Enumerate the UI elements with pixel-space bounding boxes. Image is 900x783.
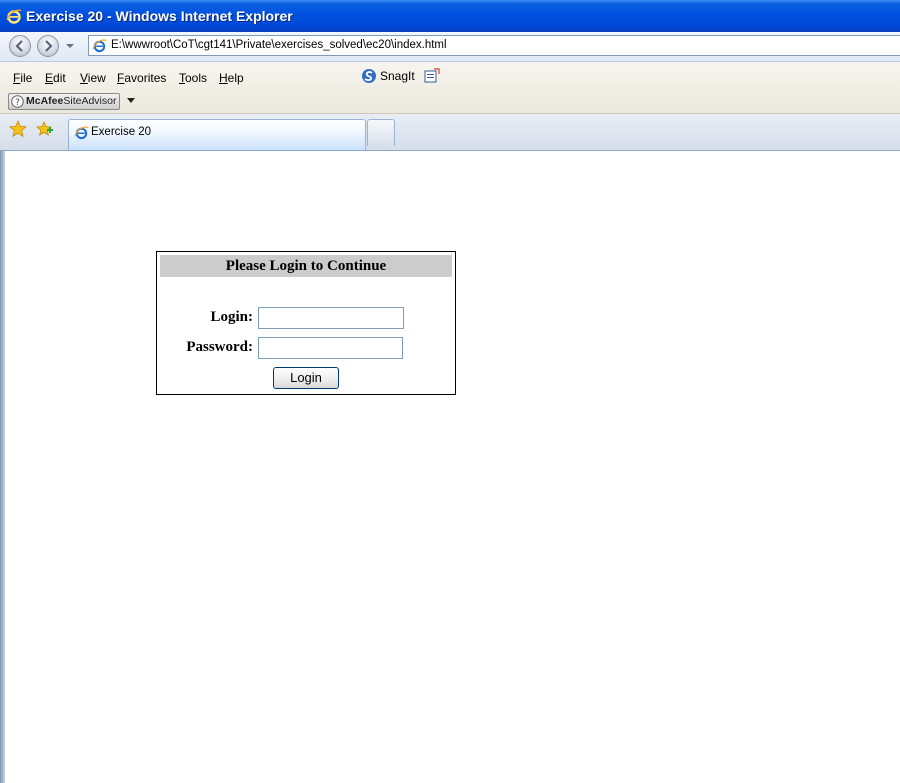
menu-favorites[interactable]: Favorites bbox=[117, 71, 166, 85]
recent-pages-dropdown-icon[interactable] bbox=[65, 41, 75, 51]
login-form: Please Login to Continue Login: Password… bbox=[156, 251, 456, 395]
mcafee-brand: McAfee bbox=[26, 95, 64, 107]
login-label: Login: bbox=[210, 309, 253, 325]
password-label: Password: bbox=[186, 339, 253, 355]
forward-button[interactable] bbox=[37, 35, 59, 57]
window-left-border bbox=[0, 151, 5, 783]
address-url: E:\wwwroot\CoT\cgt141\Private\exercises_… bbox=[111, 39, 447, 51]
back-arrow-icon bbox=[15, 40, 23, 52]
menu-tools[interactable]: Tools bbox=[179, 71, 207, 85]
login-form-header: Please Login to Continue bbox=[160, 255, 452, 277]
window-title-bar[interactable]: Exercise 20 - Windows Internet Explorer bbox=[0, 0, 900, 32]
page-content: Please Login to Continue Login: Password… bbox=[0, 151, 900, 783]
menu-file[interactable]: File bbox=[13, 71, 32, 85]
login-input[interactable] bbox=[258, 307, 404, 329]
tab-label: Exercise 20 bbox=[91, 126, 152, 138]
add-favorites-icon[interactable] bbox=[36, 120, 54, 138]
new-tab-button[interactable] bbox=[367, 119, 395, 146]
ie-logo-icon bbox=[6, 9, 22, 24]
mcafee-dropdown-icon[interactable] bbox=[127, 98, 135, 104]
snagit-capture-icon[interactable] bbox=[424, 68, 440, 84]
login-button[interactable]: Login bbox=[273, 367, 339, 389]
back-button[interactable] bbox=[9, 35, 31, 57]
snagit-icon bbox=[362, 69, 376, 83]
menu-view[interactable]: View bbox=[80, 71, 106, 85]
tab-ie-icon bbox=[74, 126, 89, 140]
mcafee-siteadvisor-button[interactable]: ? McAfeeSiteAdvisor bbox=[8, 93, 120, 110]
question-mark-icon: ? bbox=[11, 95, 24, 108]
favorites-star-icon[interactable] bbox=[9, 120, 27, 138]
forward-arrow-icon bbox=[45, 40, 53, 52]
svg-text:?: ? bbox=[15, 98, 20, 108]
tab-bar: Exercise 20 bbox=[0, 114, 900, 151]
password-input[interactable] bbox=[258, 337, 403, 359]
page-ie-icon bbox=[92, 39, 107, 53]
tab-exercise-20[interactable]: Exercise 20 bbox=[68, 119, 366, 150]
mcafee-product: SiteAdvisor bbox=[63, 95, 117, 107]
menu-bar: File Edit View Favorites Tools Help Snag… bbox=[0, 62, 900, 114]
window-title: Exercise 20 - Windows Internet Explorer bbox=[26, 8, 293, 24]
address-bar[interactable]: E:\wwwroot\CoT\cgt141\Private\exercises_… bbox=[88, 35, 900, 56]
menu-edit[interactable]: Edit bbox=[45, 71, 66, 85]
menu-help[interactable]: Help bbox=[219, 71, 244, 85]
